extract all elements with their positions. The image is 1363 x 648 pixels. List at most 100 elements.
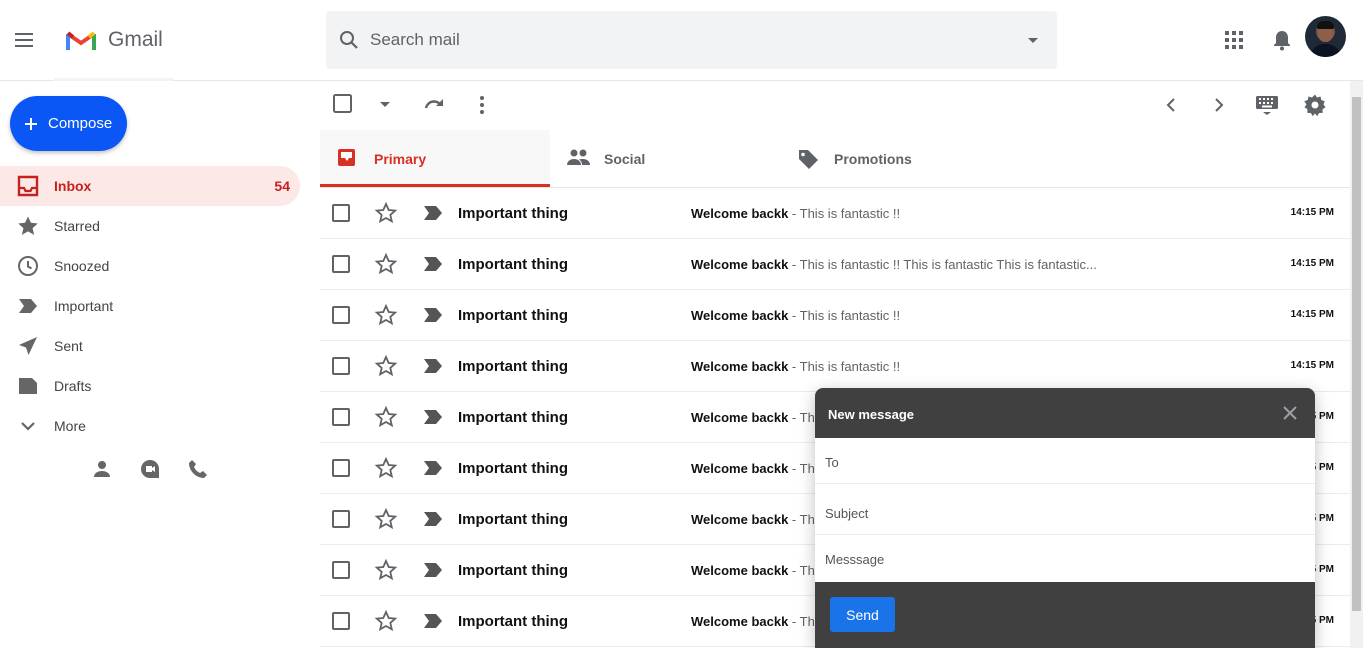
sidebar-item-sent[interactable]: Sent bbox=[0, 326, 300, 366]
star-outline-icon[interactable] bbox=[374, 609, 398, 633]
search-input[interactable] bbox=[370, 25, 1010, 55]
gmail-logo-icon[interactable] bbox=[66, 28, 96, 52]
keyboard-icon[interactable] bbox=[1255, 93, 1279, 117]
search-icon[interactable] bbox=[337, 28, 361, 52]
row-checkbox[interactable] bbox=[332, 408, 350, 426]
draft-icon bbox=[16, 374, 40, 398]
email-snippet: - This is fantastic !! This is fantastic… bbox=[788, 257, 1097, 272]
to-input[interactable] bbox=[825, 452, 1295, 472]
close-icon[interactable] bbox=[1281, 404, 1299, 422]
row-checkbox[interactable] bbox=[332, 357, 350, 375]
row-checkbox[interactable] bbox=[332, 459, 350, 477]
sidebar-item-inbox[interactable]: Inbox 54 bbox=[0, 166, 300, 206]
email-subject: Welcome backk bbox=[691, 563, 789, 578]
email-sender: Important thing bbox=[458, 460, 568, 477]
people-icon bbox=[566, 147, 592, 169]
tab-social[interactable]: Social bbox=[550, 130, 780, 187]
sidebar-item-drafts[interactable]: Drafts bbox=[0, 366, 300, 406]
tab-primary[interactable]: Primary bbox=[320, 130, 550, 187]
email-time: 14:15 PM bbox=[1290, 360, 1334, 371]
search-options-caret-icon[interactable] bbox=[1026, 35, 1040, 45]
star-outline-icon[interactable] bbox=[374, 405, 398, 429]
star-outline-icon[interactable] bbox=[374, 201, 398, 225]
email-subject: Welcome backk bbox=[691, 410, 789, 425]
star-outline-icon[interactable] bbox=[374, 252, 398, 276]
importance-marker-icon[interactable] bbox=[423, 561, 443, 579]
row-checkbox[interactable] bbox=[332, 204, 350, 222]
settings-gear-icon[interactable] bbox=[1303, 93, 1327, 117]
subject-input[interactable] bbox=[825, 503, 1295, 523]
page-scrollbar[interactable] bbox=[1350, 81, 1363, 648]
star-outline-icon[interactable] bbox=[374, 354, 398, 378]
star-outline-icon[interactable] bbox=[374, 456, 398, 480]
email-row[interactable]: Important thing Welcome backk - This is … bbox=[320, 290, 1350, 341]
email-preview: Welcome backk - This is fantastic !! bbox=[691, 308, 1101, 323]
hamburger-menu-icon[interactable] bbox=[12, 28, 36, 52]
sidebar-item-more[interactable]: More bbox=[0, 406, 300, 446]
refresh-icon[interactable] bbox=[422, 93, 446, 117]
importance-marker-icon[interactable] bbox=[423, 357, 443, 375]
subject-field[interactable] bbox=[815, 489, 1315, 535]
video-chat-icon[interactable] bbox=[139, 458, 161, 480]
more-options-icon[interactable] bbox=[470, 93, 494, 117]
sidebar-nav: Inbox 54 Starred Snoozed Important Sent … bbox=[0, 166, 300, 446]
star-outline-icon[interactable] bbox=[374, 507, 398, 531]
user-avatar[interactable] bbox=[1305, 16, 1346, 57]
compose-button[interactable]: Compose bbox=[10, 96, 127, 151]
list-toolbar bbox=[320, 81, 1350, 130]
importance-marker-icon[interactable] bbox=[423, 204, 443, 222]
row-checkbox[interactable] bbox=[332, 255, 350, 273]
to-field[interactable] bbox=[815, 438, 1315, 484]
star-outline-icon[interactable] bbox=[374, 558, 398, 582]
select-all-checkbox[interactable] bbox=[332, 93, 354, 115]
sidebar-item-label: Snoozed bbox=[54, 258, 110, 274]
tab-label: Promotions bbox=[834, 151, 912, 167]
compose-window-title: New message bbox=[828, 407, 914, 422]
message-field[interactable] bbox=[815, 535, 1315, 581]
email-snippet: - This is fantastic !! bbox=[788, 206, 901, 221]
message-input[interactable] bbox=[825, 549, 1295, 569]
chevron-right-icon[interactable] bbox=[1207, 93, 1231, 117]
importance-marker-icon[interactable] bbox=[423, 255, 443, 273]
apps-grid-icon[interactable] bbox=[1224, 30, 1244, 50]
sidebar-item-important[interactable]: Important bbox=[0, 286, 300, 326]
logo-divider bbox=[54, 78, 173, 81]
sidebar-item-snoozed[interactable]: Snoozed bbox=[0, 246, 300, 286]
sidebar-item-starred[interactable]: Starred bbox=[0, 206, 300, 246]
tab-promotions[interactable]: Promotions bbox=[780, 130, 1010, 187]
email-subject: Welcome backk bbox=[691, 308, 789, 323]
email-sender: Important thing bbox=[458, 613, 568, 630]
email-preview: Welcome backk - This is fantastic !! bbox=[691, 206, 1101, 221]
send-icon bbox=[16, 334, 40, 358]
row-checkbox[interactable] bbox=[332, 561, 350, 579]
importance-marker-icon[interactable] bbox=[423, 306, 443, 324]
star-outline-icon[interactable] bbox=[374, 303, 398, 327]
scrollbar-thumb[interactable] bbox=[1352, 97, 1361, 611]
search-bar[interactable] bbox=[326, 11, 1057, 69]
importance-marker-icon[interactable] bbox=[423, 459, 443, 477]
notifications-bell-icon[interactable] bbox=[1270, 28, 1294, 52]
email-time: 14:15 PM bbox=[1290, 258, 1334, 269]
select-dropdown-caret-icon[interactable] bbox=[378, 100, 392, 110]
row-checkbox[interactable] bbox=[332, 306, 350, 324]
email-row[interactable]: Important thing Welcome backk - This is … bbox=[320, 188, 1350, 239]
importance-marker-icon[interactable] bbox=[423, 510, 443, 528]
row-checkbox[interactable] bbox=[332, 510, 350, 528]
email-subject: Welcome backk bbox=[691, 359, 789, 374]
email-row[interactable]: Important thing Welcome backk - This is … bbox=[320, 341, 1350, 392]
compose-window-footer: Send bbox=[815, 582, 1315, 648]
send-button[interactable]: Send bbox=[830, 597, 895, 632]
phone-icon[interactable] bbox=[187, 458, 209, 480]
person-icon[interactable] bbox=[91, 458, 113, 480]
chevron-left-icon[interactable] bbox=[1159, 93, 1183, 117]
row-checkbox[interactable] bbox=[332, 612, 350, 630]
sidebar-item-label: Inbox bbox=[54, 178, 92, 194]
star-icon bbox=[16, 214, 40, 238]
email-sender: Important thing bbox=[458, 205, 568, 222]
compose-label: Compose bbox=[48, 115, 113, 132]
importance-marker-icon[interactable] bbox=[423, 612, 443, 630]
inbox-icon bbox=[16, 174, 40, 198]
email-row[interactable]: Important thing Welcome backk - This is … bbox=[320, 239, 1350, 290]
email-snippet: - This is fantastic !! bbox=[788, 359, 901, 374]
importance-marker-icon[interactable] bbox=[423, 408, 443, 426]
